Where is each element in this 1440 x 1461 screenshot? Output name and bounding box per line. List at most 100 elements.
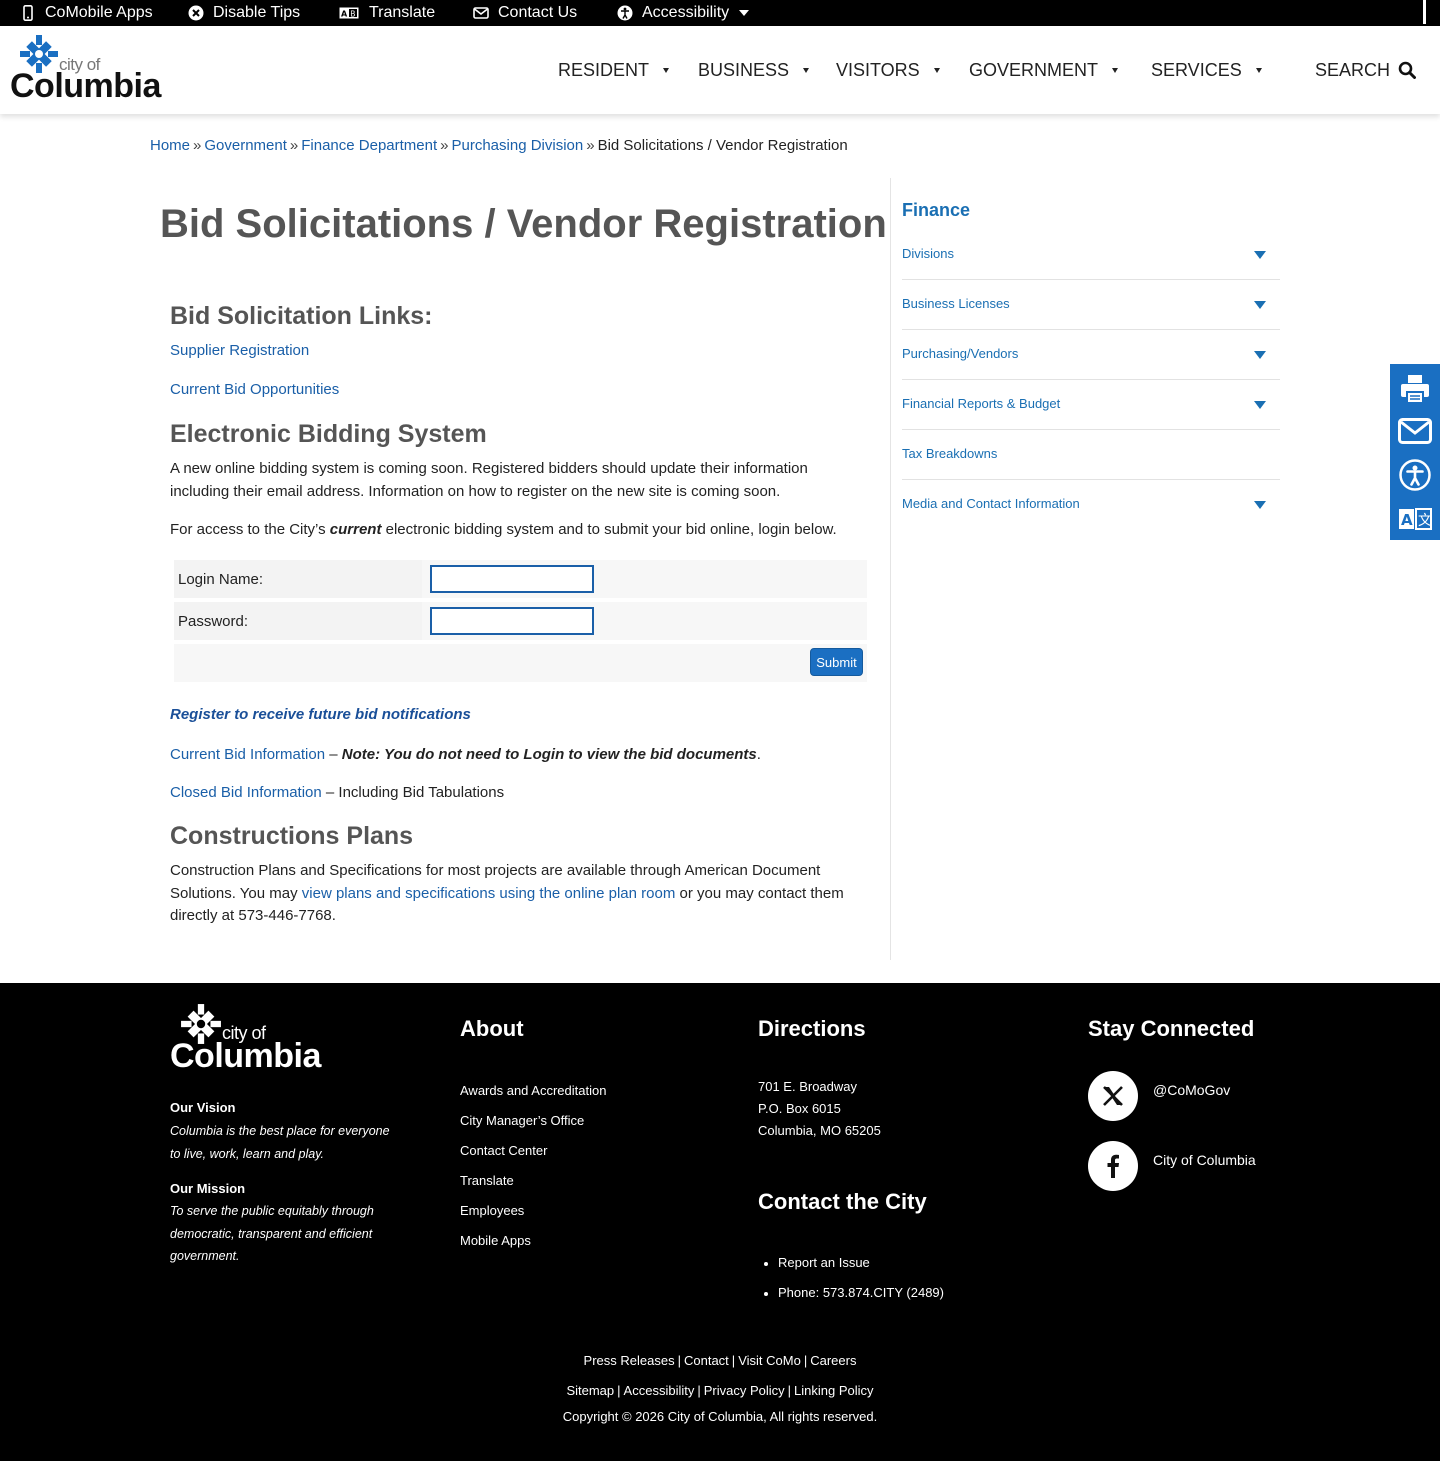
expand-triangle-icon[interactable] [1254, 301, 1266, 309]
footer-link-awards[interactable]: Awards and Accreditation [460, 1083, 606, 1098]
svg-text:A: A [341, 10, 348, 19]
breadcrumb-home[interactable]: Home [150, 137, 190, 154]
print-icon[interactable] [1398, 372, 1432, 406]
nav-visitors[interactable]: VISITORS [836, 26, 940, 114]
nav-services[interactable]: SERVICES [1151, 26, 1262, 114]
dash-text: – [325, 746, 342, 763]
careers-link[interactable]: Careers [810, 1353, 856, 1368]
login-name-row: Login Name: [174, 560, 867, 598]
comobile-apps-link[interactable]: CoMobile Apps [20, 0, 153, 26]
footer-link-employees[interactable]: Employees [460, 1203, 524, 1218]
divider: | [803, 1353, 808, 1368]
sidebar-item-media-contact[interactable]: Media and Contact Information [902, 480, 1280, 530]
city-logo[interactable]: city of Columbia [10, 34, 161, 105]
sidebar-item-label: Purchasing/Vendors [902, 346, 1019, 361]
facebook-page-link[interactable]: City of Columbia [1153, 1152, 1256, 1168]
password-input[interactable] [430, 607, 594, 635]
phone-icon [20, 5, 36, 21]
footer-bottom-links-row1: Press Releases | Contact | Visit CoMo | Career… [0, 1353, 1440, 1368]
svg-text:B: B [350, 9, 355, 18]
nav-government[interactable]: GOVERNMENT [969, 26, 1119, 114]
nav-resident-label: RESIDENT [558, 59, 650, 80]
breadcrumb-government[interactable]: Government [204, 137, 287, 154]
site-header: city of Columbia RESIDENT BUSINESS VISIT… [0, 26, 1440, 114]
search-button[interactable]: SEARCH [1315, 26, 1416, 114]
disable-tips-link[interactable]: Disable Tips [188, 0, 300, 26]
footer-link-contact-center[interactable]: Contact Center [460, 1143, 547, 1158]
nav-services-label: SERVICES [1151, 59, 1242, 80]
ebs-heading: Electronic Bidding System [170, 420, 487, 448]
divider: | [731, 1353, 736, 1368]
phone-link[interactable]: Phone: 573.874.CITY (2489) [764, 1285, 944, 1300]
contact-link[interactable]: Contact [684, 1353, 729, 1368]
sidebar-item-financial-reports[interactable]: Financial Reports & Budget [902, 380, 1280, 430]
sidebar-item-label: Media and Contact Information [902, 496, 1080, 511]
expand-triangle-icon[interactable] [1254, 251, 1266, 259]
sidebar-item-purchasing-vendors[interactable]: Purchasing/Vendors [902, 330, 1280, 380]
sidebar-item-divisions[interactable]: Divisions [902, 230, 1280, 280]
accessibility-menu[interactable]: Accessibility [617, 0, 750, 26]
x-twitter-icon[interactable] [1088, 1071, 1138, 1121]
accessibility-icon[interactable] [1398, 458, 1432, 492]
search-label: SEARCH [1314, 59, 1390, 80]
contact-city-heading: Contact the City [758, 1189, 927, 1214]
press-releases-link[interactable]: Press Releases [584, 1353, 675, 1368]
divider: | [697, 1383, 701, 1398]
login-note: Note: You do not need to Login to view t… [341, 746, 757, 763]
sidebar-item-label: Divisions [902, 246, 955, 261]
expand-triangle-icon[interactable] [1254, 501, 1266, 509]
contact-us-link[interactable]: Contact Us [473, 0, 577, 26]
nav-business[interactable]: BUSINESS [698, 26, 810, 114]
breadcrumb-current: Bid Solicitations / Vendor Registration [597, 137, 848, 154]
access-text: For access to the City’s [170, 521, 330, 538]
privacy-policy-link[interactable]: Privacy Policy [704, 1383, 785, 1398]
current-bid-information-link[interactable]: Current Bid Information [170, 746, 325, 763]
accessibility-link[interactable]: Accessibility [624, 1383, 695, 1398]
search-icon [1398, 61, 1416, 79]
translate-icon[interactable]: A文 [1398, 502, 1432, 536]
sidebar-item-business-licenses[interactable]: Business Licenses [902, 280, 1280, 330]
caret-down-icon [1255, 67, 1262, 73]
footer-link-city-manager[interactable]: City Manager’s Office [460, 1113, 584, 1128]
logo-columbia: Columbia [10, 67, 161, 105]
sidebar-item-label: Business Licenses [902, 296, 1010, 311]
expand-triangle-icon[interactable] [1254, 401, 1266, 409]
plans-heading: Constructions Plans [170, 822, 414, 850]
breadcrumb-purchasing-division[interactable]: Purchasing Division [452, 137, 584, 154]
breadcrumb-separator: » [440, 137, 449, 154]
breadcrumb-finance-department[interactable]: Finance Department [301, 137, 437, 154]
svg-text:文: 文 [1418, 513, 1432, 529]
translate-link[interactable]: AB Translate [338, 0, 435, 26]
twitter-handle-link[interactable]: @CoMoGov [1153, 1082, 1230, 1098]
login-name-input[interactable] [430, 565, 594, 593]
footer-link-translate[interactable]: Translate [460, 1173, 514, 1188]
sidebar-item-tax-breakdowns[interactable]: Tax Breakdowns [902, 430, 1280, 480]
online-plan-room-link[interactable]: view plans and specifications using the … [302, 885, 676, 902]
utility-bar-edge [1423, 0, 1426, 24]
email-icon[interactable] [1398, 414, 1432, 448]
footer-logo-columbia: Columbia [170, 1037, 321, 1075]
footer-logo[interactable]: city of Columbia [170, 1001, 330, 1081]
password-label: Password: [174, 602, 422, 640]
visit-como-link[interactable]: Visit CoMo [738, 1353, 801, 1368]
linking-policy-link[interactable]: Linking Policy [794, 1383, 874, 1398]
expand-triangle-icon[interactable] [1254, 351, 1266, 359]
sitemap-link[interactable]: Sitemap [566, 1383, 614, 1398]
footer-link-mobile-apps[interactable]: Mobile Apps [460, 1233, 531, 1248]
comobile-apps-label: CoMobile Apps [45, 4, 153, 21]
register-notifications-link[interactable]: Register to receive future bid notificat… [170, 706, 471, 723]
current-bid-opportunities-link[interactable]: Current Bid Opportunities [170, 381, 339, 398]
report-issue-link[interactable]: Report an Issue [764, 1255, 870, 1270]
breadcrumb-separator: » [289, 137, 299, 154]
closed-bid-information-link[interactable]: Closed Bid Information [170, 784, 322, 801]
facebook-icon[interactable] [1088, 1141, 1138, 1191]
caret-down-icon [663, 67, 670, 73]
closed-bid-line: Closed Bid Information – Including Bid T… [170, 782, 870, 805]
address-line: Columbia, MO 65205 [758, 1123, 881, 1138]
supplier-registration-link[interactable]: Supplier Registration [170, 342, 309, 359]
plans-paragraph: Construction Plans and Specifications fo… [170, 860, 870, 928]
caret-down-icon [1112, 67, 1119, 73]
content-divider [890, 178, 891, 960]
submit-button[interactable]: Submit [810, 648, 863, 676]
nav-resident[interactable]: RESIDENT [558, 26, 670, 114]
